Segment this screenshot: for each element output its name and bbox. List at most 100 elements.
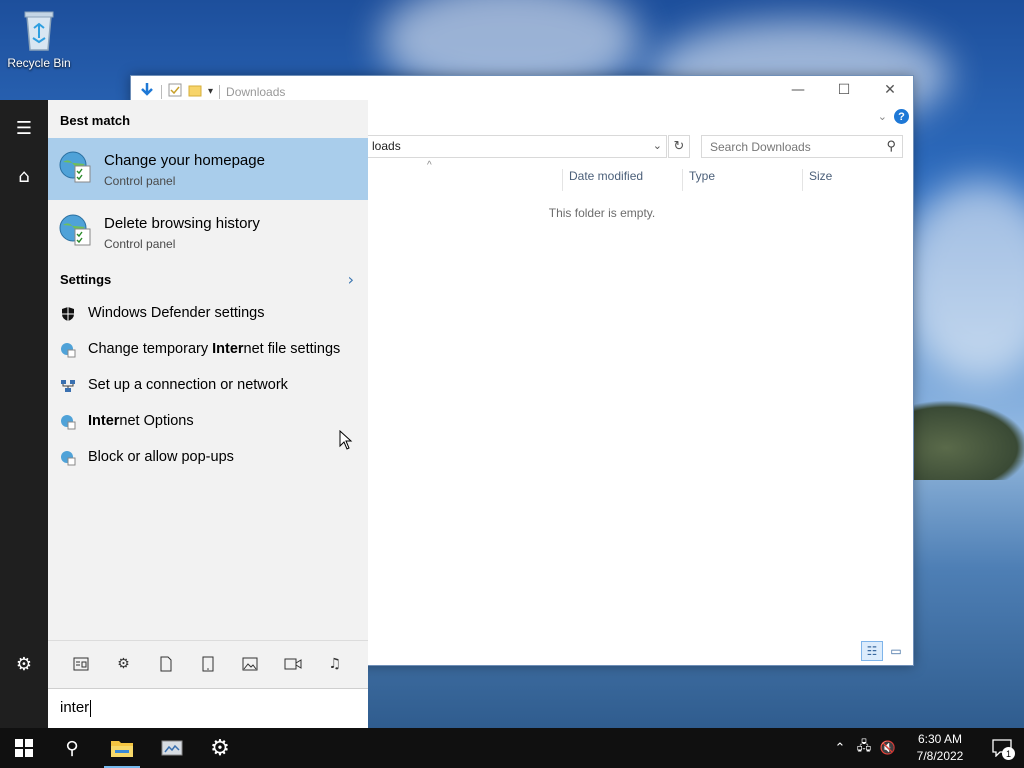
gear-icon: ⚙	[210, 735, 230, 761]
internet-options-icon	[60, 414, 76, 430]
expand-ribbon-icon[interactable]: ⌄	[878, 110, 887, 123]
window-title: Downloads	[226, 84, 286, 99]
result-delete-browsing-history[interactable]: Delete browsing history Control panel	[48, 201, 368, 263]
internet-options-icon	[58, 150, 92, 184]
settings-taskbar-button[interactable]: ⚙	[196, 728, 244, 768]
clock[interactable]: 6:30 AM 7/8/2022	[900, 731, 980, 765]
help-icon[interactable]: ?	[894, 109, 909, 124]
music-filter-icon[interactable]: ♫	[323, 652, 347, 676]
result-subtitle: Control panel	[104, 174, 176, 188]
apps-filter-icon[interactable]	[69, 652, 93, 676]
search-results-panel: Best match Change your homepage Control …	[48, 100, 368, 728]
settings-filter-icon[interactable]: ⚙	[111, 652, 135, 676]
internet-options-icon	[60, 342, 76, 358]
server-manager-icon	[161, 740, 183, 756]
result-text: Set up a connection or network	[88, 377, 288, 393]
show-hidden-icons-chevron-icon[interactable]: ⌃	[828, 740, 852, 756]
search-taskbar-button[interactable]: ⚲	[48, 728, 96, 768]
result-text: Windows Defender settings	[88, 305, 265, 321]
column-date-modified[interactable]: Date modified	[562, 169, 643, 191]
down-arrow-icon[interactable]	[139, 82, 155, 101]
settings-heading: Settings	[60, 272, 112, 287]
notification-count-badge: 1	[1002, 747, 1015, 760]
result-text: Change temporary Internet file settings	[88, 341, 341, 357]
recycle-bin-label: Recycle Bin	[7, 56, 71, 70]
address-bar[interactable]: loads ⌄	[367, 135, 667, 158]
result-subtitle: Control panel	[104, 237, 176, 251]
column-label: Type	[689, 169, 716, 183]
column-type[interactable]: Type	[682, 169, 715, 191]
volume-muted-icon[interactable]: 🔇	[876, 740, 900, 756]
search-query-text: inter	[60, 699, 90, 716]
home-icon[interactable]: ⌂	[0, 152, 48, 200]
result-title: Change your homepage	[104, 152, 265, 169]
quick-access-toolbar: ▾ Downloads	[139, 82, 285, 101]
minimize-button[interactable]: —	[775, 76, 821, 104]
shield-icon	[60, 306, 76, 322]
large-icons-view-icon[interactable]: ▭	[885, 641, 907, 661]
start-button[interactable]	[0, 728, 48, 768]
refresh-icon: ↻	[673, 139, 685, 154]
result-internet-options[interactable]: Internet Options	[48, 404, 368, 440]
close-button[interactable]: ✕	[867, 76, 913, 104]
clock-time: 6:30 AM	[917, 732, 963, 746]
address-dropdown-icon[interactable]: ⌄	[653, 139, 662, 152]
result-text: Block or allow pop-ups	[88, 449, 234, 465]
text-caret	[90, 699, 92, 717]
taskbar: ⚲ ⚙ ⌃ 🖧 🔇 6:30 AM 7/8/2022 1	[0, 728, 1024, 768]
wallpaper-cloud	[900, 180, 1024, 380]
best-match-heading: Best match	[60, 113, 131, 128]
settings-gear-icon[interactable]: ⚙	[0, 640, 48, 688]
toolbar-separator	[219, 84, 221, 99]
toolbar-separator	[161, 84, 162, 99]
internet-options-icon	[58, 213, 92, 247]
view-buttons: ☷ ▭	[861, 641, 907, 661]
search-downloads-input[interactable]: Search Downloads ⚲	[701, 135, 903, 158]
maximize-button[interactable]: ☐	[821, 76, 867, 104]
wallpaper-rock	[910, 400, 1024, 480]
documents-filter-icon[interactable]	[154, 652, 178, 676]
tablet-filter-icon[interactable]	[196, 652, 220, 676]
network-icon	[60, 378, 76, 394]
search-filter-bar: ⚙ ♫	[48, 640, 368, 686]
file-explorer-taskbar-button[interactable]	[98, 728, 146, 768]
search-icon: ⚲	[886, 138, 896, 153]
address-text: loads	[372, 139, 401, 153]
result-change-homepage[interactable]: Change your homepage Control panel	[48, 138, 368, 200]
mouse-cursor-icon	[339, 430, 353, 450]
refresh-button[interactable]: ↻	[668, 135, 690, 158]
action-center-button[interactable]: 1	[980, 728, 1024, 768]
videos-filter-icon[interactable]	[281, 652, 305, 676]
result-block-popups[interactable]: Block or allow pop-ups	[48, 440, 368, 476]
system-tray: ⌃ 🖧 🔇 6:30 AM 7/8/2022 1	[828, 728, 1024, 768]
details-view-icon[interactable]: ☷	[861, 641, 883, 661]
column-label: Date modified	[569, 169, 644, 183]
column-headers: ^ Date modified Type Size	[367, 160, 883, 191]
internet-options-icon	[60, 450, 76, 466]
recycle-bin-icon	[19, 8, 59, 52]
properties-check-icon[interactable]	[168, 83, 182, 100]
sort-arrow-icon: ^	[427, 160, 432, 171]
result-change-temporary-internet-file-settings[interactable]: Change temporary Internet file settings	[48, 332, 368, 368]
clock-date: 7/8/2022	[916, 749, 964, 763]
new-folder-icon[interactable]	[188, 83, 202, 100]
recycle-bin-desktop-icon[interactable]: Recycle Bin	[4, 8, 74, 70]
column-label: Size	[809, 169, 833, 183]
window-controls: — ☐ ✕	[775, 76, 913, 104]
menu-hamburger-icon[interactable]: ☰	[0, 104, 48, 152]
result-windows-defender-settings[interactable]: Windows Defender settings	[48, 296, 368, 332]
search-placeholder: Search Downloads	[710, 140, 811, 154]
result-text: Internet Options	[88, 413, 194, 429]
start-menu-rail: ☰ ⌂ ⚙	[0, 100, 48, 728]
customize-dropdown-icon[interactable]: ▾	[208, 86, 213, 97]
result-title: Delete browsing history	[104, 215, 260, 232]
server-manager-taskbar-button[interactable]	[148, 728, 196, 768]
result-set-up-connection[interactable]: Set up a connection or network	[48, 368, 368, 404]
search-icon: ⚲	[65, 737, 79, 759]
photos-filter-icon[interactable]	[238, 652, 262, 676]
start-search-input[interactable]: inter	[48, 688, 368, 728]
column-size[interactable]: Size	[802, 169, 832, 191]
folder-icon	[111, 741, 133, 757]
chevron-right-icon[interactable]: ›	[348, 270, 354, 289]
network-status-icon[interactable]: 🖧	[852, 737, 876, 759]
